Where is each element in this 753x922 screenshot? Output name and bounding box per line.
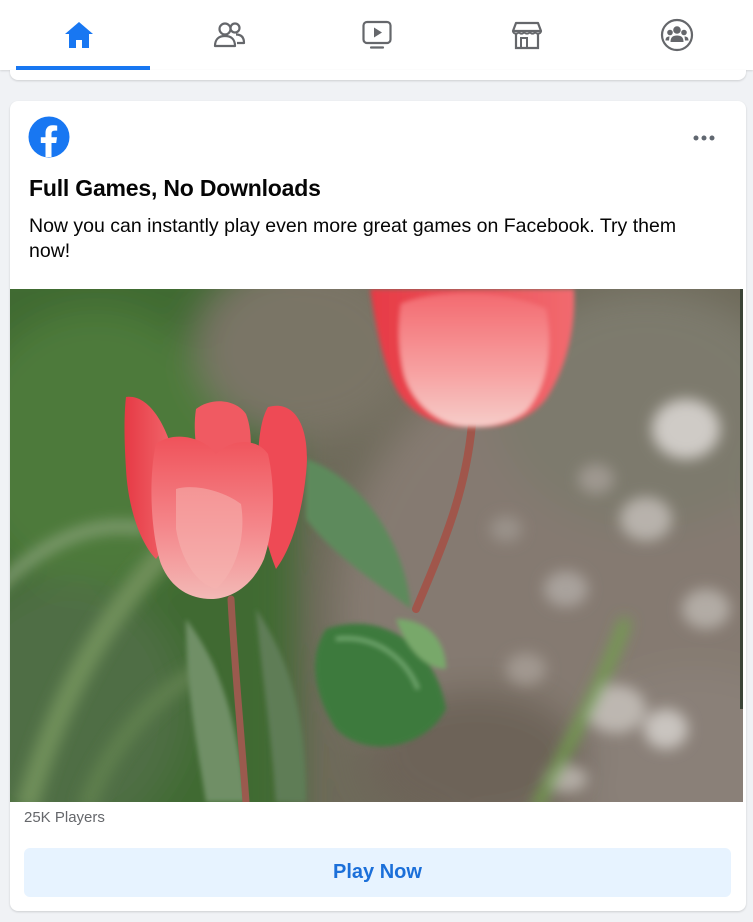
watch-icon — [362, 20, 392, 49]
facebook-logo-icon[interactable] — [28, 116, 70, 158]
tab-watch[interactable] — [302, 0, 452, 70]
friends-icon — [213, 22, 246, 48]
groups-icon — [660, 18, 694, 52]
top-navigation-bar — [0, 0, 753, 70]
tab-groups[interactable] — [602, 0, 752, 70]
play-now-button[interactable]: Play Now — [24, 848, 731, 897]
players-count: 25K Players — [24, 809, 105, 826]
ad-body-text: Now you can instantly play even more gre… — [29, 215, 677, 262]
tulip-photo — [10, 289, 743, 802]
ad-title: Full Games, No Downloads — [29, 175, 321, 201]
previous-post-card — [10, 70, 746, 80]
more-options-button[interactable] — [684, 123, 724, 153]
ad-image[interactable] — [10, 289, 743, 802]
more-options-icon — [693, 135, 715, 141]
tab-marketplace[interactable] — [452, 0, 602, 70]
marketplace-icon — [511, 21, 543, 50]
home-icon — [65, 22, 93, 48]
tab-home[interactable] — [4, 0, 154, 70]
sponsored-post-card: Full Games, No Downloads Now you can ins… — [10, 101, 746, 911]
tab-friends[interactable] — [154, 0, 304, 70]
